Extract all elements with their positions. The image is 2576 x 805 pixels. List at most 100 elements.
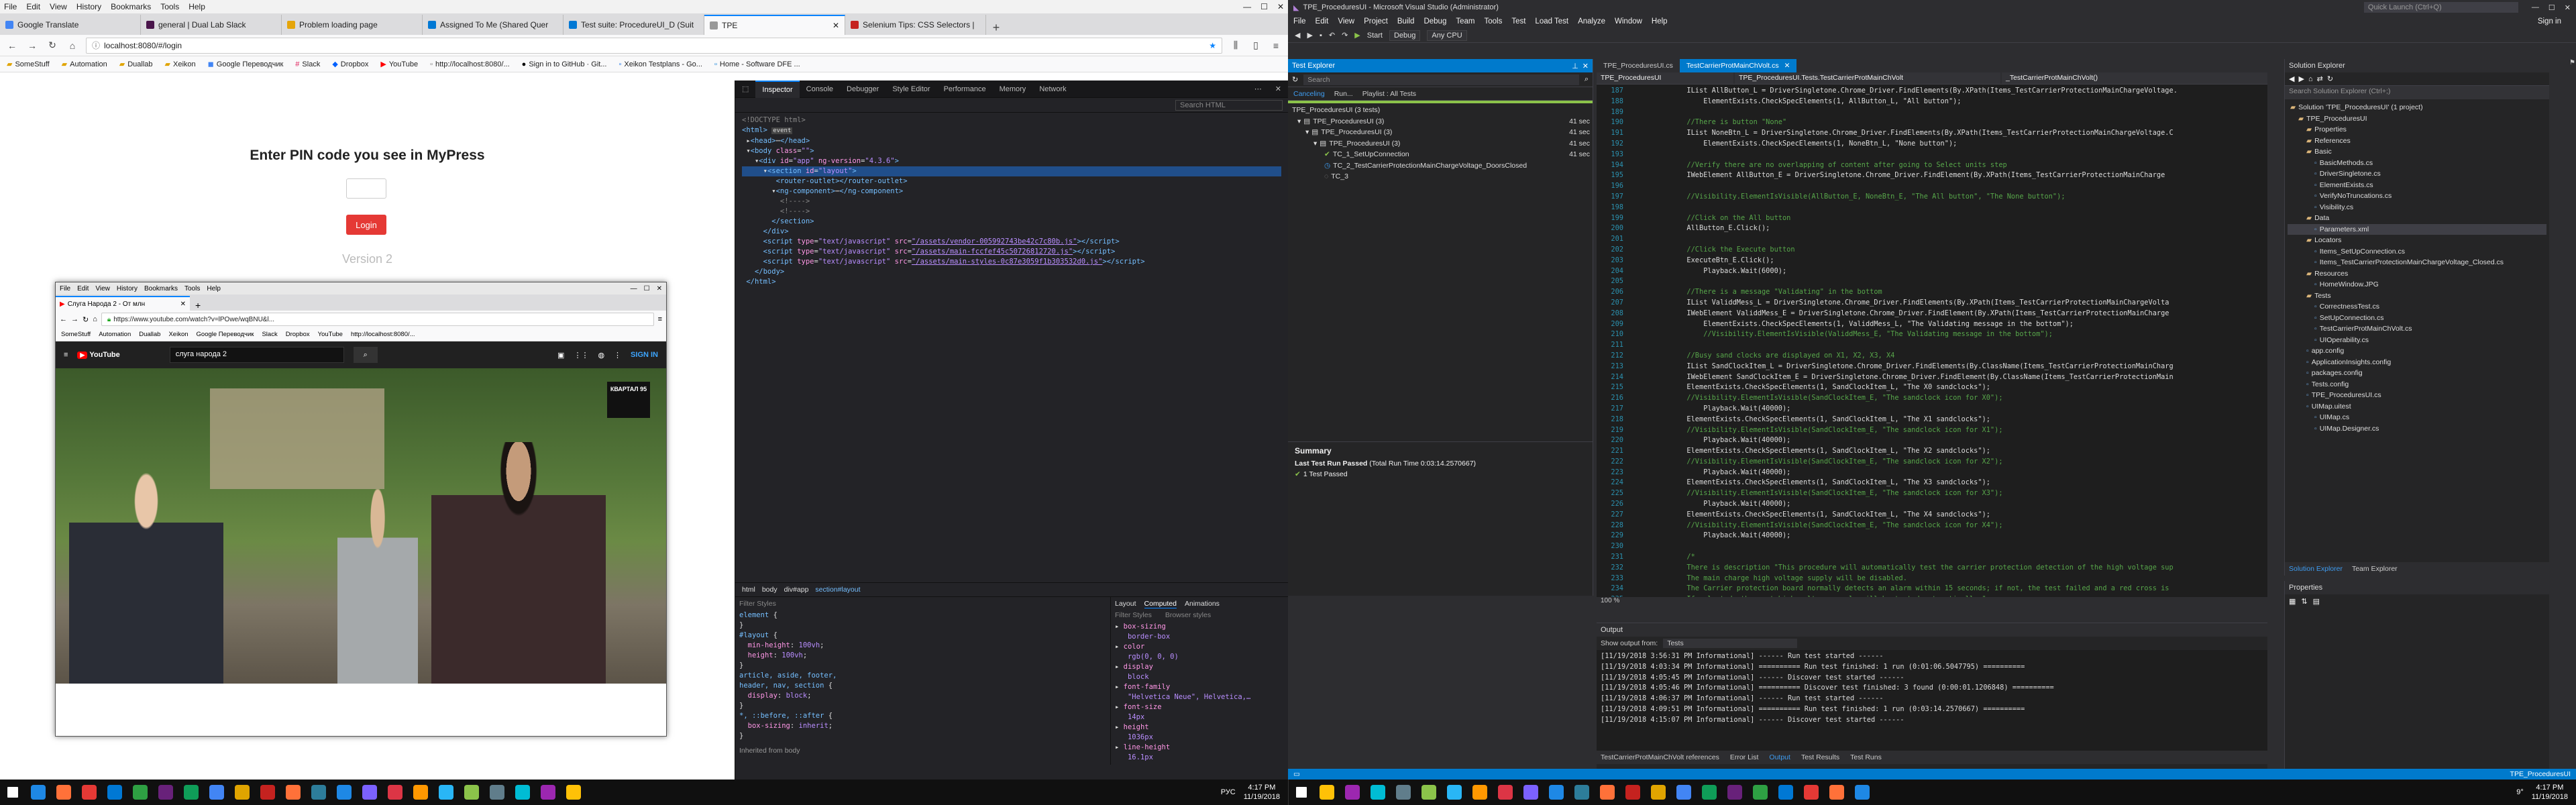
categorized-icon[interactable]: ▦: [2289, 597, 2296, 606]
tab-test-suite[interactable]: Test suite: ProcedureUI_D (Suit: [564, 15, 704, 35]
home-icon[interactable]: ⌂: [66, 40, 79, 51]
back-icon[interactable]: ←: [60, 315, 67, 323]
menu-build[interactable]: Build: [1397, 17, 1415, 25]
home-icon[interactable]: ⌂: [2308, 75, 2313, 83]
tab-performance[interactable]: Performance: [937, 80, 993, 98]
maximize-button[interactable]: ☐: [1260, 2, 1268, 11]
menu-project[interactable]: Project: [1364, 17, 1388, 25]
se-tree-item[interactable]: ▫ TPE_ProceduresUI.cs: [2288, 390, 2546, 401]
login-button[interactable]: Login: [346, 215, 386, 235]
taskbar-app-icon[interactable]: [331, 780, 357, 805]
new-tab-button[interactable]: +: [190, 300, 206, 311]
taskbar-app-icon[interactable]: [127, 780, 153, 805]
yt-search-input[interactable]: слуга народа 2: [169, 347, 344, 363]
tab-computed[interactable]: Computed: [1144, 600, 1177, 608]
forward-icon[interactable]: ▶: [1307, 31, 1312, 40]
apps-icon[interactable]: ⋮⋮: [574, 351, 588, 360]
hamburger-menu-icon[interactable]: ≡: [64, 351, 68, 359]
bookmark[interactable]: Dropbox: [286, 331, 310, 338]
se-tree-item[interactable]: ▫ UIMap.uitest: [2288, 401, 2546, 413]
tab-debugger[interactable]: Debugger: [840, 80, 885, 98]
se-tree-item[interactable]: ▫ TestCarrierProtMainChVolt.cs: [2288, 323, 2546, 335]
taskbar-app-icon[interactable]: [1569, 780, 1595, 805]
bookmark-folder[interactable]: ▰ Duallab: [119, 60, 153, 69]
taskbar-app-icon[interactable]: [178, 780, 204, 805]
tab-output[interactable]: Output: [1769, 753, 1790, 761]
bookmark-folder[interactable]: ▰ Xeikon: [165, 60, 196, 69]
vs-signin-link[interactable]: Sign in: [2538, 17, 2561, 25]
cancel-link[interactable]: Canceling: [1293, 90, 1325, 98]
bookmark-link[interactable]: ▶ YouTube: [380, 60, 418, 69]
bookmark[interactable]: Slack: [262, 331, 277, 338]
output-source-dropdown[interactable]: Tests: [1663, 639, 1798, 648]
minimize-button[interactable]: —: [1243, 2, 1251, 11]
doc-tab[interactable]: TPE_ProceduresUI.cs: [1597, 59, 1680, 72]
menu-item[interactable]: View: [95, 285, 110, 292]
menu-debug[interactable]: Debug: [1424, 17, 1446, 25]
menu-edit[interactable]: Edit: [26, 2, 40, 11]
menu-item[interactable]: History: [117, 285, 138, 292]
menu-file[interactable]: File: [1293, 17, 1306, 25]
taskbar-app-icon[interactable]: [1340, 780, 1365, 805]
forward-icon[interactable]: ▶: [2298, 74, 2304, 83]
close-tab-icon[interactable]: ✕: [833, 21, 839, 30]
tab-network[interactable]: Network: [1032, 80, 1073, 98]
bookmark[interactable]: Xeikon: [168, 331, 188, 338]
test-tree-item[interactable]: ▾ ▤ TPE_ProceduresUI (3) 41 sec: [1291, 127, 1590, 138]
se-tree-item[interactable]: ▰ Resources: [2288, 268, 2546, 280]
menu-analyze[interactable]: Analyze: [1578, 17, 1605, 25]
config-dropdown[interactable]: Debug: [1389, 30, 1421, 41]
class-dropdown[interactable]: TPE_ProceduresUI.Tests.TestCarrierProtMa…: [1735, 72, 2000, 84]
test-tree-item[interactable]: ✔ TC_1_SetUpConnection 41 sec: [1291, 149, 1590, 160]
search-icon[interactable]: ⌕: [353, 347, 378, 363]
bookmark-link[interactable]: # Slack: [295, 60, 320, 68]
status-project[interactable]: TPE_ProceduresUI: [2510, 770, 2571, 778]
taskbar-app-icon[interactable]: [1416, 780, 1442, 805]
start-button[interactable]: [0, 780, 25, 805]
home-icon[interactable]: ⌂: [93, 315, 97, 323]
taskbar-app-icon[interactable]: [510, 780, 535, 805]
se-tree-item[interactable]: ▫ BasicMethods.cs: [2288, 158, 2546, 169]
taskbar-app-icon[interactable]: [255, 780, 280, 805]
taskbar-app-icon[interactable]: [1620, 780, 1646, 805]
taskbar-app-icon[interactable]: [484, 780, 510, 805]
close-button[interactable]: ✕: [1277, 2, 1284, 11]
code-area[interactable]: 187 IList AllButton_L = DriverSingletone…: [1597, 85, 2267, 597]
test-search-input[interactable]: Search: [1303, 74, 1579, 85]
close-button[interactable]: ✕: [2565, 3, 2571, 12]
forward-icon[interactable]: →: [71, 315, 78, 323]
output-text[interactable]: [11/19/2018 3:56:31 PM Informational] --…: [1597, 650, 2267, 751]
se-tree-item[interactable]: ▫ app.config: [2288, 345, 2546, 357]
menu-tools[interactable]: Tools: [160, 2, 179, 11]
search-html-input[interactable]: Search HTML: [1175, 99, 1283, 111]
back-icon[interactable]: ◀: [2289, 74, 2294, 83]
tab-style-editor[interactable]: Style Editor: [885, 80, 936, 98]
property-pages-icon[interactable]: ▤: [2313, 597, 2320, 606]
test-tree-item[interactable]: ◷ TC_2_TestCarrierProtectionMainChargeVol…: [1291, 160, 1590, 172]
sidebar-icon[interactable]: ▯: [1249, 40, 1263, 51]
menu-item[interactable]: Edit: [77, 285, 89, 292]
menu-file[interactable]: File: [4, 2, 17, 11]
menu-item[interactable]: Help: [207, 285, 221, 292]
tab-selenium[interactable]: Selenium Tips: CSS Selectors |: [845, 15, 986, 35]
notifications-tab[interactable]: ⚑: [2569, 59, 2576, 66]
se-tree-item[interactable]: ▰ Data: [2288, 213, 2546, 224]
test-tree-item[interactable]: ◌ TC_3: [1291, 171, 1590, 182]
taskbar-app-icon[interactable]: [1391, 780, 1416, 805]
taskbar-app-icon[interactable]: [1442, 780, 1467, 805]
taskbar-app-icon[interactable]: [382, 780, 408, 805]
sync-icon[interactable]: ⇄: [2317, 74, 2323, 83]
bookmark-star-icon[interactable]: ★: [1209, 41, 1216, 50]
taskbar-app-icon[interactable]: [1824, 780, 1849, 805]
breadcrumb-item[interactable]: html: [742, 586, 755, 594]
taskbar-app-icon[interactable]: [357, 780, 382, 805]
taskbar-app-icon[interactable]: [459, 780, 484, 805]
hamburger-menu-icon[interactable]: ≡: [658, 315, 662, 323]
tab-references[interactable]: TestCarrierProtMainChVolt references: [1601, 753, 1719, 761]
taskbar-app-icon[interactable]: [204, 780, 229, 805]
project-dropdown[interactable]: TPE_ProceduresUI: [1597, 72, 1733, 84]
run-link[interactable]: Run...: [1334, 90, 1353, 98]
se-tree-item[interactable]: ▫ Items_SetUpConnection.cs: [2288, 246, 2546, 258]
taskbar-app-icon[interactable]: [1697, 780, 1722, 805]
tab-youtube[interactable]: ▶ Слуга Народа 2 - От млн ✕: [56, 296, 190, 311]
